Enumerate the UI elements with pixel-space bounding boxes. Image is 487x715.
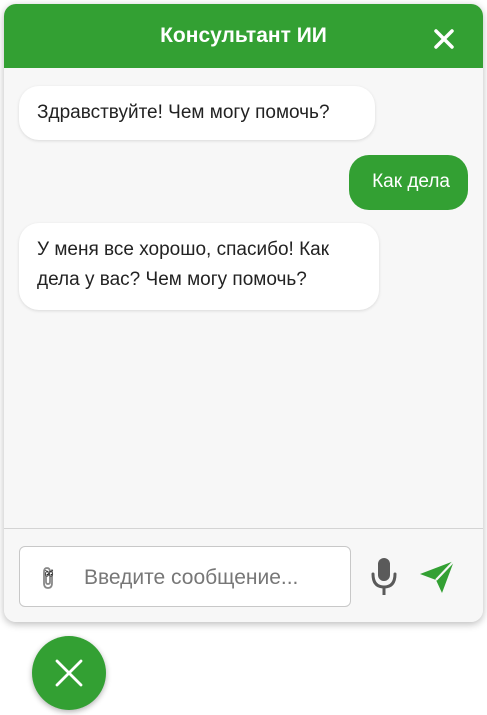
paperclip-icon[interactable] <box>40 564 60 592</box>
chat-title: Консультант ИИ <box>160 24 327 47</box>
send-button[interactable] <box>418 559 456 595</box>
toggle-chat-button[interactable] <box>32 636 106 710</box>
microphone-button[interactable] <box>370 557 398 597</box>
microphone-icon <box>371 558 397 595</box>
bot-message: Здравствуйте! Чем могу помочь? <box>19 86 375 140</box>
chat-window: Консультант ИИ Здравствуйте! Чем могу по… <box>4 4 483 622</box>
close-icon <box>55 659 83 687</box>
message-input[interactable] <box>82 555 344 601</box>
message-input-box <box>19 546 351 607</box>
close-icon <box>434 29 454 49</box>
close-chat-button[interactable] <box>433 28 455 50</box>
composer <box>4 528 483 622</box>
chat-header: Консультант ИИ <box>4 4 483 68</box>
user-message: Как дела <box>349 155 468 210</box>
message-list: Здравствуйте! Чем могу помочь? Как дела … <box>4 68 483 528</box>
send-icon <box>420 560 455 593</box>
bot-message: У меня все хорошо, спасибо! Как дела у в… <box>19 223 379 310</box>
